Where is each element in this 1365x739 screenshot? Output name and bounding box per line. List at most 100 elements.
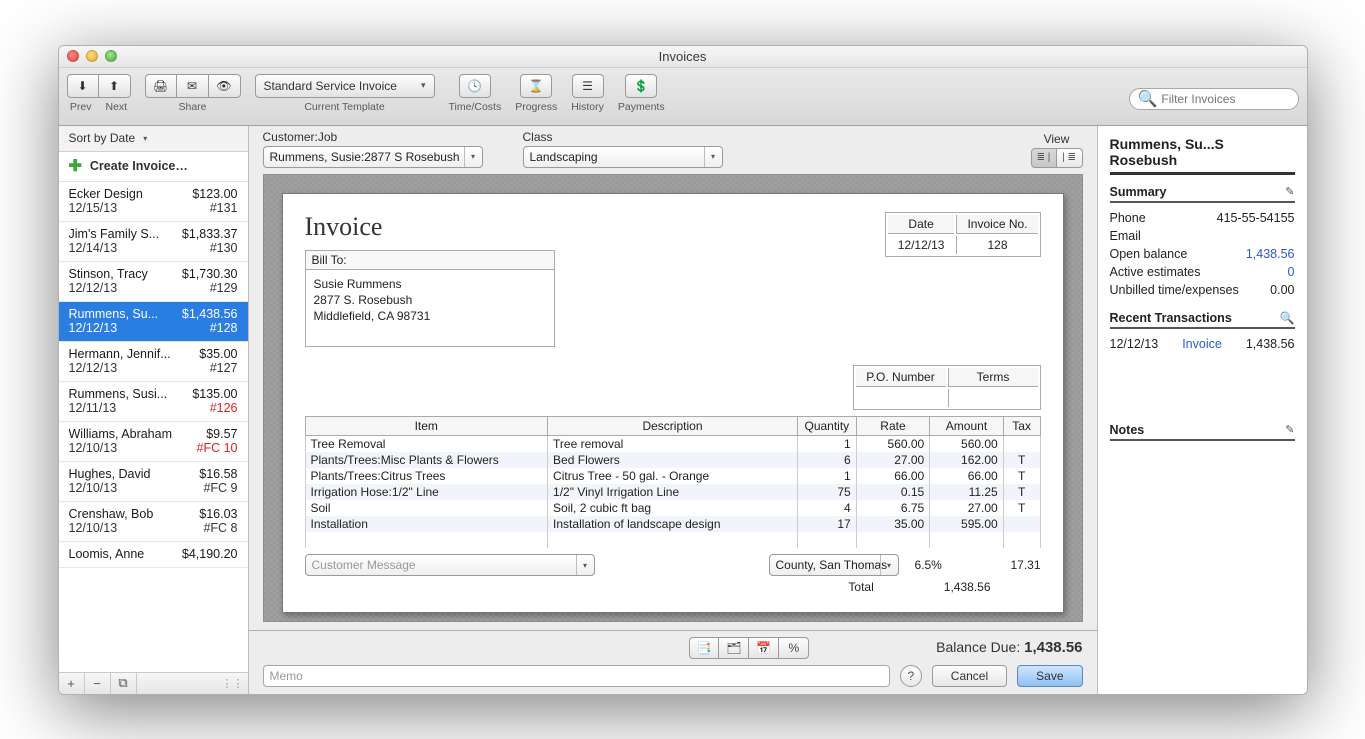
tax-amount: 17.31: [971, 558, 1041, 572]
eye-icon: 👁: [216, 79, 231, 93]
zoom-icon[interactable]: [105, 50, 117, 62]
class-dropdown[interactable]: Landscaping▾: [523, 146, 723, 168]
invoice-sidebar: Sort by Date ✚ Create Invoice… Ecker Des…: [59, 126, 249, 694]
add-button[interactable]: +: [59, 673, 85, 694]
invoice-list-item[interactable]: Hermann, Jennif...$35.0012/12/13#127: [59, 342, 248, 382]
attach-button[interactable]: 🗂: [719, 637, 749, 659]
line-items-table[interactable]: Item Description Quantity Rate Amount Ta…: [305, 416, 1041, 548]
edit-summary-icon[interactable]: ✎: [1285, 185, 1294, 198]
toolbar: ⬇ ⬆ PrevNext 🖨 ✉ 👁 Share Standard Servic…: [59, 68, 1307, 126]
invoice-list-item[interactable]: Ecker Design$123.0012/15/13#131: [59, 182, 248, 222]
email-button[interactable]: ✉: [177, 74, 209, 98]
prev-button[interactable]: ⬇: [67, 74, 99, 98]
ledger-icon: ☰: [582, 79, 593, 93]
invoice-header-box: DateInvoice No. 12/12/13 128: [885, 212, 1041, 257]
summary-pane: Rummens, Su...S Rosebush Summary✎ Phone4…: [1097, 126, 1307, 694]
progress-button[interactable]: ⌛: [520, 74, 552, 98]
line-item-row[interactable]: Plants/Trees:Citrus TreesCitrus Tree - 5…: [305, 468, 1040, 484]
invoice-document: Invoice Bill To: Susie Rummens 2877 S. R…: [282, 193, 1064, 614]
invoice-list-item[interactable]: Williams, Abraham$9.5712/10/13#FC 10: [59, 422, 248, 462]
balance-due: Balance Due: 1,438.56: [936, 639, 1082, 656]
customer-label: Customer:Job: [263, 130, 483, 144]
line-item-row[interactable]: SoilSoil, 2 cubic ft bag46.7527.00T: [305, 500, 1040, 516]
plus-icon: ✚: [69, 156, 82, 176]
line-item-row[interactable]: [305, 532, 1040, 548]
form-footer: 📑 🗂 📅 % Balance Due: 1,438.56 Memo ? Can…: [249, 630, 1097, 694]
hourglass-icon: ⌛: [529, 79, 544, 93]
invoice-list-item[interactable]: Hughes, David$16.5812/10/13#FC 9: [59, 462, 248, 502]
filter-input[interactable]: [1161, 92, 1295, 106]
line-item-row[interactable]: Irrigation Hose:1/2" Line1/2" Vinyl Irri…: [305, 484, 1040, 500]
titlebar: Invoices: [59, 46, 1307, 68]
cash-icon: 💲: [634, 79, 649, 93]
resize-handle[interactable]: ⋮⋮: [137, 673, 248, 694]
save-button[interactable]: Save: [1017, 665, 1082, 687]
bill-to-box[interactable]: Bill To: Susie Rummens 2877 S. Rosebush …: [305, 250, 555, 348]
invoice-list-item[interactable]: Loomis, Anne$4,190.20: [59, 542, 248, 568]
total-label: Total: [848, 580, 873, 594]
terms-field[interactable]: [948, 389, 1038, 407]
window-controls: [67, 50, 117, 62]
tax-region-dropdown[interactable]: County, San Thomas▾: [769, 554, 899, 576]
invoice-heading: Invoice: [305, 212, 555, 242]
recent-transaction[interactable]: 12/12/13 Invoice 1,438.56: [1110, 335, 1295, 353]
memo-field[interactable]: Memo: [263, 665, 890, 687]
invoice-list-item[interactable]: Crenshaw, Bob$16.0312/10/13#FC 8: [59, 502, 248, 542]
view-label: View: [1031, 132, 1083, 146]
po-number-field[interactable]: [856, 389, 946, 407]
open-balance-link[interactable]: 1,438.56: [1246, 247, 1295, 261]
envelope-icon: ✉: [187, 79, 197, 93]
active-estimates-link[interactable]: 0: [1288, 265, 1295, 279]
template-dropdown[interactable]: Standard Service Invoice: [255, 74, 435, 98]
payments-button[interactable]: 💲: [625, 74, 657, 98]
tax-rate: 6.5%: [915, 558, 955, 572]
invoice-list-item[interactable]: Rummens, Su...$1,438.5612/12/13#128: [59, 302, 248, 342]
po-terms-box: P.O. NumberTerms: [853, 365, 1041, 410]
cancel-button[interactable]: Cancel: [932, 665, 1007, 687]
print-button[interactable]: 🖨: [145, 74, 177, 98]
sort-dropdown[interactable]: Sort by Date: [59, 126, 248, 152]
filter-search[interactable]: 🔍: [1129, 88, 1299, 110]
up-arrow-icon: ⬆: [109, 79, 119, 93]
search-transactions-icon[interactable]: 🔍: [1280, 311, 1295, 325]
invoice-list-item[interactable]: Rummens, Susi...$135.0012/11/13#126: [59, 382, 248, 422]
invoice-date-field[interactable]: 12/12/13: [888, 236, 955, 254]
view-mode-form[interactable]: | ≣: [1057, 148, 1083, 168]
invoice-list-item[interactable]: Stinson, Tracy$1,730.3012/12/13#129: [59, 262, 248, 302]
history-button[interactable]: ☰: [572, 74, 604, 98]
journal-button[interactable]: 📑: [689, 637, 719, 659]
invoice-list-item[interactable]: Jim's Family S...$1,833.3712/14/13#130: [59, 222, 248, 262]
line-item-row[interactable]: InstallationInstallation of landscape de…: [305, 516, 1040, 532]
preview-button[interactable]: 👁: [209, 74, 241, 98]
class-label: Class: [523, 130, 723, 144]
window-title: Invoices: [59, 49, 1307, 64]
search-icon: 🔍: [1138, 89, 1158, 109]
sidebar-footer: + − ⧉ ⋮⋮: [59, 672, 248, 694]
total-amount: 1,438.56: [944, 580, 991, 594]
duplicate-button[interactable]: ⧉: [111, 673, 137, 694]
main-area: Customer:Job Rummens, Susie:2877 S Roseb…: [249, 126, 1097, 694]
line-item-row[interactable]: Plants/Trees:Misc Plants & FlowersBed Fl…: [305, 452, 1040, 468]
view-mode-list[interactable]: ≣ |: [1031, 148, 1057, 168]
close-icon[interactable]: [67, 50, 79, 62]
invoice-number-field[interactable]: 128: [956, 236, 1037, 254]
next-button[interactable]: ⬆: [99, 74, 131, 98]
line-item-row[interactable]: Tree RemovalTree removal1560.00560.00: [305, 436, 1040, 453]
customer-message-dropdown[interactable]: Customer Message▾: [305, 554, 595, 576]
app-window: Invoices ⬇ ⬆ PrevNext 🖨 ✉ 👁 Share Standa…: [58, 45, 1308, 695]
percent-button[interactable]: %: [779, 637, 809, 659]
customer-job-dropdown[interactable]: Rummens, Susie:2877 S Rosebush▾: [263, 146, 483, 168]
create-invoice-button[interactable]: ✚ Create Invoice…: [59, 152, 248, 182]
edit-notes-icon[interactable]: ✎: [1285, 423, 1294, 436]
help-button[interactable]: ?: [900, 665, 922, 687]
printer-icon: 🖨: [153, 79, 168, 93]
minimize-icon[interactable]: [86, 50, 98, 62]
down-arrow-icon: ⬇: [77, 79, 87, 93]
invoice-list[interactable]: Ecker Design$123.0012/15/13#131Jim's Fam…: [59, 182, 248, 672]
calendar-button[interactable]: 📅: [749, 637, 779, 659]
document-canvas: Invoice Bill To: Susie Rummens 2877 S. R…: [263, 174, 1083, 622]
customer-title: Rummens, Su...S Rosebush: [1110, 136, 1295, 175]
clock-icon: 🕓: [467, 79, 482, 93]
timecosts-button[interactable]: 🕓: [459, 74, 491, 98]
remove-button[interactable]: −: [85, 673, 111, 694]
